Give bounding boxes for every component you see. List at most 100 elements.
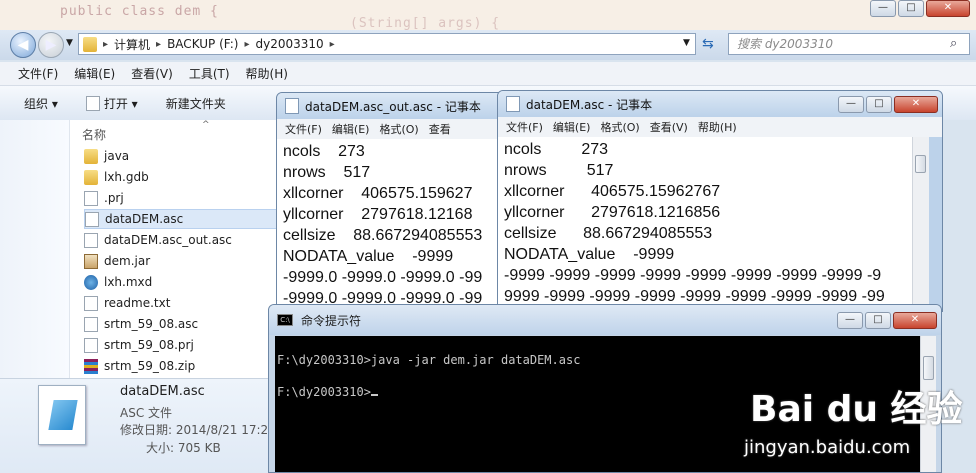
menu-view[interactable]: 查看(V) <box>131 65 173 82</box>
forward-arrow-icon: ▶ <box>45 37 57 53</box>
details-filename: dataDEM.asc <box>120 384 205 399</box>
file-item[interactable]: .prj <box>84 188 284 208</box>
details-modified: 修改日期: 2014/8/21 17:2 <box>120 423 269 437</box>
document-icon <box>84 190 98 206</box>
folder-icon <box>84 169 98 185</box>
notepad-in-titlebar[interactable]: dataDEM.asc - 记事本 — □ ✕ <box>498 91 942 117</box>
breadcrumb-separator: ▸ <box>244 38 250 50</box>
notepad-in-menubar: 文件(F) 编辑(E) 格式(O) 查看(V) 帮助(H) <box>498 117 942 137</box>
maximize-button[interactable]: □ <box>898 0 924 17</box>
back-button[interactable]: ◀ <box>10 32 36 58</box>
column-header-name[interactable]: 名称 <box>82 126 106 143</box>
file-name: lxh.mxd <box>104 275 153 289</box>
file-name: dataDEM.asc_out.asc <box>104 233 232 247</box>
minimize-button[interactable]: — <box>837 311 863 329</box>
new-folder-button[interactable]: 新建文件夹 <box>166 95 226 112</box>
file-item[interactable]: lxh.gdb <box>84 167 284 187</box>
close-button[interactable]: ✕ <box>893 311 937 329</box>
file-name: srtm_59_08.asc <box>104 317 199 331</box>
file-item[interactable]: dem.jar <box>84 251 284 271</box>
minimize-button[interactable]: — <box>870 0 896 17</box>
open-icon <box>85 95 100 111</box>
details-size: 大小: 705 KB <box>146 441 221 455</box>
search-input[interactable]: 搜索 dy2003310 <box>728 33 970 55</box>
close-button[interactable]: ✕ <box>894 95 938 113</box>
open-label: 打开 ▾ <box>103 96 138 111</box>
breadcrumb-computer[interactable]: 计算机 <box>114 36 150 53</box>
menu-file[interactable]: 文件(F) <box>285 121 322 137</box>
minimize-button[interactable]: — <box>838 95 864 113</box>
vertical-scrollbar[interactable] <box>912 137 929 311</box>
file-item[interactable]: srtm_59_08.prj <box>84 335 284 355</box>
breadcrumb-separator: ▸ <box>156 38 162 50</box>
file-name: lxh.gdb <box>104 170 149 184</box>
file-item[interactable]: dataDEM.asc_out.asc <box>84 230 284 250</box>
file-name: java <box>104 149 130 163</box>
menu-format[interactable]: 格式(O) <box>600 119 639 135</box>
menu-edit[interactable]: 编辑(E) <box>553 119 591 135</box>
address-dropdown-icon[interactable]: ▼ <box>683 38 690 48</box>
address-bar[interactable]: ▸ 计算机 ▸ BACKUP (F:) ▸ dy2003310 ▸ <box>78 33 696 55</box>
background-code-line: (String[] args) { <box>350 16 501 30</box>
jar-icon <box>84 253 98 269</box>
cmd-window-controls: — □ ✕ <box>837 311 941 329</box>
refresh-icon[interactable]: ⇆ <box>702 36 714 52</box>
file-name: srtm_59_08.zip <box>104 359 196 373</box>
document-icon <box>84 316 98 332</box>
notepad-icon <box>506 96 520 112</box>
navigation-pane <box>0 120 70 378</box>
details-filetype: ASC 文件 <box>120 406 173 420</box>
menu-file[interactable]: 文件(F) <box>506 119 543 135</box>
background-editor: public class dem { (String[] args) { <box>0 0 976 30</box>
folder-icon <box>83 36 97 52</box>
explorer-navigation-bar: ◀ ▶ ▼ ▸ 计算机 ▸ BACKUP (F:) ▸ dy2003310 ▸ … <box>0 30 976 60</box>
scrollbar-thumb[interactable] <box>923 356 934 380</box>
notepad-in-text[interactable]: ncols 273 nrows 517 xllcorner 406575.159… <box>498 137 912 311</box>
breadcrumb-folder[interactable]: dy2003310 <box>255 37 323 51</box>
document-icon <box>84 232 98 248</box>
notepad-window-in[interactable]: dataDEM.asc - 记事本 — □ ✕ 文件(F) 编辑(E) 格式(O… <box>497 90 943 312</box>
menu-edit[interactable]: 编辑(E) <box>74 65 115 82</box>
close-button[interactable]: ✕ <box>926 0 970 17</box>
breadcrumb-drive[interactable]: BACKUP (F:) <box>167 37 238 51</box>
history-dropdown-icon[interactable]: ▼ <box>66 38 73 48</box>
menu-tools[interactable]: 工具(T) <box>189 65 230 82</box>
open-button[interactable]: 打开 ▾ <box>85 95 138 112</box>
maximize-button[interactable]: □ <box>866 95 892 113</box>
menu-file[interactable]: 文件(F) <box>18 65 58 82</box>
cmd-title: 命令提示符 <box>301 313 362 328</box>
scrollbar-thumb[interactable] <box>915 155 926 173</box>
cmd-line-command: F:\dy2003310>java -jar dem.jar dataDEM.a… <box>277 353 581 367</box>
file-item[interactable]: lxh.mxd <box>84 272 284 292</box>
baidu-watermark-url: jingyan.baidu.com <box>744 437 911 458</box>
folder-icon <box>84 148 98 164</box>
mxd-icon <box>84 274 98 290</box>
notepad-window-controls: — □ ✕ <box>838 95 942 113</box>
file-item[interactable]: java <box>84 146 284 166</box>
notepad-out-text[interactable]: ncols 273 nrows 517 xllcorner 406575.159… <box>277 139 505 311</box>
cursor <box>370 394 378 396</box>
menu-view[interactable]: 查看 <box>429 121 451 137</box>
cmd-prompt: F:\dy2003310> <box>277 385 371 399</box>
forward-button[interactable]: ▶ <box>38 32 64 58</box>
file-item[interactable]: srtm_59_08.zip <box>84 356 284 376</box>
file-name: srtm_59_08.prj <box>104 338 194 352</box>
menu-help[interactable]: 帮助(H) <box>698 119 737 135</box>
menu-format[interactable]: 格式(O) <box>379 121 418 137</box>
file-item-selected[interactable]: dataDEM.asc <box>84 209 284 229</box>
notepad-window-out[interactable]: dataDEM.asc_out.asc - 记事本 文件(F) 编辑(E) 格式… <box>276 92 506 312</box>
file-item[interactable]: srtm_59_08.asc <box>84 314 284 334</box>
file-item[interactable]: readme.txt <box>84 293 284 313</box>
notepad-out-titlebar[interactable]: dataDEM.asc_out.asc - 记事本 <box>277 93 505 119</box>
menu-help[interactable]: 帮助(H) <box>246 65 288 82</box>
breadcrumb-separator: ▸ <box>103 38 109 50</box>
maximize-button[interactable]: □ <box>865 311 891 329</box>
notepad-icon <box>285 98 299 114</box>
document-preview-icon <box>38 385 86 445</box>
explorer-window-controls: — □ ✕ <box>870 0 970 17</box>
notepad-in-title: dataDEM.asc - 记事本 <box>526 97 653 112</box>
organize-button[interactable]: 组织 ▾ <box>24 95 58 112</box>
cmd-titlebar[interactable]: C:\ 命令提示符 — □ ✕ <box>269 305 941 335</box>
menu-edit[interactable]: 编辑(E) <box>332 121 370 137</box>
menu-view[interactable]: 查看(V) <box>650 119 688 135</box>
